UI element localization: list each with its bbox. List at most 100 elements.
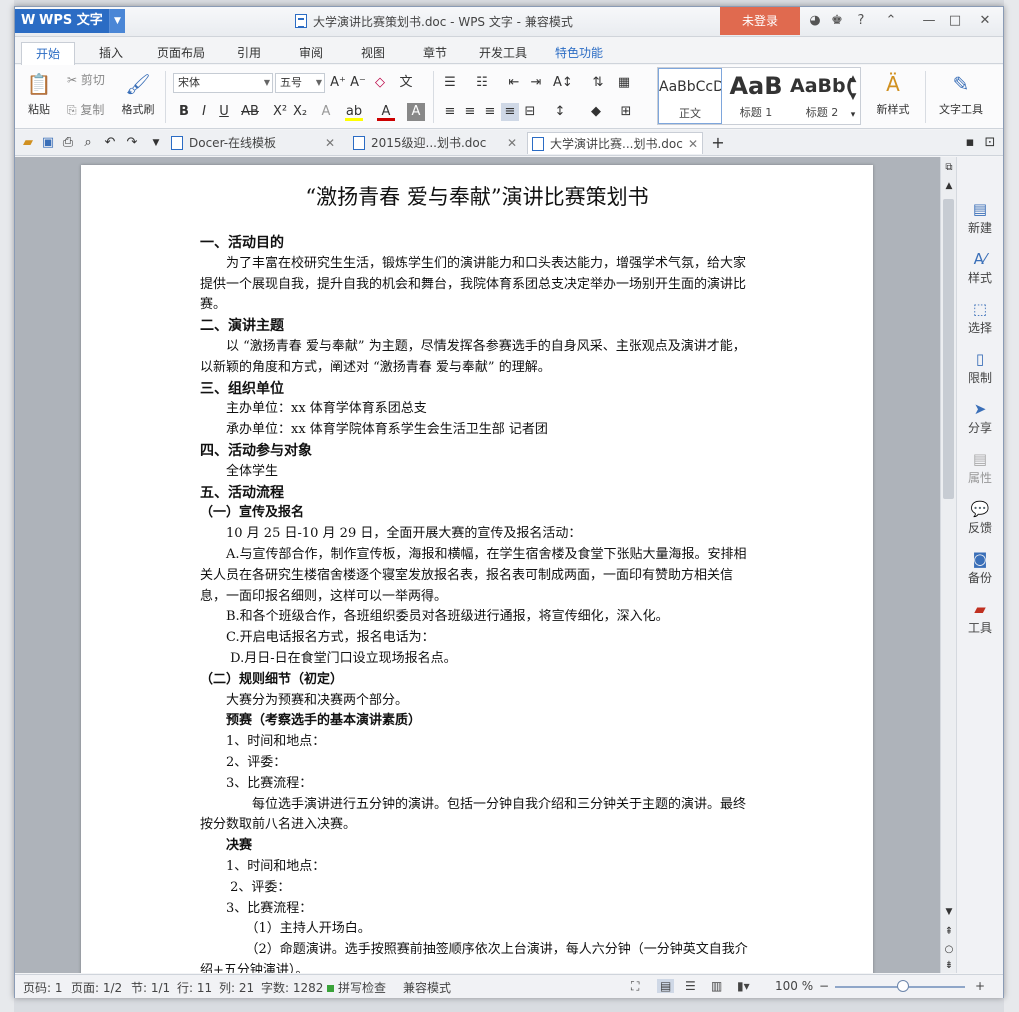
close-icon[interactable]: ✕ <box>975 13 995 28</box>
close-icon[interactable]: ✕ <box>507 132 517 154</box>
zoom-out-icon[interactable]: − <box>819 979 829 993</box>
tab-review[interactable]: 审阅 <box>287 42 335 64</box>
text-effect-icon[interactable]: A <box>317 103 335 121</box>
side-select-button[interactable]: ⬚ 选择 <box>957 299 1003 336</box>
status-words[interactable]: 字数: 1282 <box>261 979 323 996</box>
side-style-button[interactable]: A⁄ 样式 <box>957 249 1003 286</box>
line-spacing-icon[interactable]: ↕ <box>551 103 569 121</box>
side-backup-button[interactable]: ◙ 备份 <box>957 549 1003 586</box>
format-painter-button[interactable]: 🖌 格式刷 <box>115 67 161 117</box>
app-menu-button[interactable]: W WPS 文字 ▼ <box>15 9 125 33</box>
app-menu-dropdown-icon[interactable]: ▼ <box>109 9 125 33</box>
document-page[interactable]: “激扬青春 爱与奉献”演讲比赛策划书 一、活动目的 为了丰富在校研究生生活，锻炼… <box>81 165 873 973</box>
tab-view[interactable]: 视图 <box>349 42 397 64</box>
paste-button[interactable]: 📋 粘贴 <box>19 67 59 117</box>
doc-tab-2015[interactable]: 2015级迎...划书.doc ✕ <box>349 132 521 154</box>
print-icon[interactable]: ⎙ <box>59 134 77 152</box>
tab-menu-icon[interactable]: ⊡ <box>981 134 999 152</box>
status-section[interactable]: 节: 1/1 <box>131 979 170 996</box>
maximize-icon[interactable]: □ <box>945 13 965 28</box>
print-preview-icon[interactable]: ⌕ <box>79 134 97 152</box>
scroll-down-icon[interactable]: ▼ <box>846 88 860 106</box>
underline-icon[interactable]: U <box>215 103 233 121</box>
highlight-icon[interactable]: ab <box>345 103 363 121</box>
superscript-icon[interactable]: X² <box>271 103 289 121</box>
minimize-icon[interactable]: — <box>919 13 939 28</box>
clear-format-icon[interactable]: ◇ <box>371 74 389 92</box>
distribute-icon[interactable]: ⊟ <box>521 103 539 121</box>
side-tools-button[interactable]: ▰ 工具 <box>957 599 1003 636</box>
subscript-icon[interactable]: X₂ <box>291 103 309 121</box>
scrollbar-thumb[interactable] <box>943 199 954 499</box>
shirt-icon[interactable]: ♚ <box>827 13 847 28</box>
decrease-indent-icon[interactable]: ⇤ <box>505 74 523 92</box>
document-canvas[interactable]: “激扬青春 爱与奉献”演讲比赛策划书 一、活动目的 为了丰富在校研究生生活，锻炼… <box>15 157 940 973</box>
cut-button[interactable]: ✂ 剪切 <box>67 71 105 88</box>
justify-icon[interactable]: ≡ <box>501 103 519 121</box>
side-new-button[interactable]: ▤ 新建 <box>957 199 1003 236</box>
vertical-scrollbar[interactable]: ⧉ ▲ ▼ ⇞ ○ ⇟ <box>940 157 956 973</box>
strikethrough-icon[interactable]: AB <box>241 103 259 121</box>
new-tab-icon[interactable]: + <box>709 134 727 152</box>
skin-icon[interactable]: ◕ <box>805 13 825 28</box>
scroll-up-icon[interactable]: ▲ <box>846 70 860 88</box>
help-icon[interactable]: ? <box>851 13 871 28</box>
new-style-button[interactable]: Ä 新样式 <box>865 67 921 117</box>
border-icon[interactable]: ⊞ <box>617 103 635 121</box>
font-size-select[interactable]: 五号 ▼ <box>275 73 325 93</box>
text-tools-button[interactable]: ✎ 文字工具 <box>933 67 989 117</box>
font-color-icon[interactable]: A <box>377 103 395 121</box>
style-heading-1[interactable]: AaB 标题 1 <box>724 68 788 124</box>
zoom-level[interactable]: 100 % <box>775 979 813 993</box>
bullet-list-icon[interactable]: ☰ <box>441 74 459 92</box>
side-properties-button[interactable]: ▤ 属性 <box>957 449 1003 486</box>
expand-gallery-icon[interactable]: ▾ <box>846 106 860 124</box>
char-shading-icon[interactable]: A <box>407 103 425 121</box>
close-icon[interactable]: ✕ <box>325 132 335 154</box>
doc-tab-docer[interactable]: Docer-在线模板 ✕ <box>167 132 339 154</box>
tab-start[interactable]: 开始 <box>21 42 75 65</box>
doc-tab-current[interactable]: 大学演讲比赛...划书.doc ✕ <box>527 132 703 154</box>
sort-icon[interactable]: ⇅ <box>589 74 607 92</box>
zoom-slider-knob[interactable] <box>897 980 909 992</box>
status-row[interactable]: 行: 11 <box>177 979 212 996</box>
numbered-list-icon[interactable]: ☷ <box>473 74 491 92</box>
style-heading-2[interactable]: AaBb(标题 2 <box>790 68 854 124</box>
status-page[interactable]: 页码: 1 <box>23 979 63 996</box>
tab-list-icon[interactable]: ▪ <box>961 134 979 152</box>
style-normal[interactable]: AaBbCcD 正文 <box>658 68 722 124</box>
tab-special[interactable]: 特色功能 <box>547 42 611 64</box>
tab-insert[interactable]: 插入 <box>87 42 135 64</box>
spell-check[interactable]: 拼写检查 <box>327 979 386 996</box>
align-right-icon[interactable]: ≡ <box>481 103 499 121</box>
fullscreen-icon[interactable]: ⛶ <box>631 979 639 994</box>
side-restrict-button[interactable]: ▯ 限制 <box>957 349 1003 386</box>
italic-icon[interactable]: I <box>195 103 213 121</box>
zoom-in-icon[interactable]: + <box>975 979 985 993</box>
grow-font-icon[interactable]: A⁺ <box>329 74 347 92</box>
redo-icon[interactable]: ↷ <box>123 134 141 152</box>
save-icon[interactable]: ▣ <box>39 134 57 152</box>
align-center-icon[interactable]: ≡ <box>461 103 479 121</box>
shrink-font-icon[interactable]: A⁻ <box>349 74 367 92</box>
login-button[interactable]: 未登录 <box>720 7 800 35</box>
bold-icon[interactable]: B <box>175 103 193 121</box>
open-folder-icon[interactable]: ▰ <box>19 134 37 152</box>
page-view-icon[interactable]: ▤ <box>657 979 675 993</box>
outline-view-icon[interactable]: ☰ <box>685 979 696 993</box>
shading-icon[interactable]: ◆ <box>587 103 605 121</box>
text-direction-icon[interactable]: A↕ <box>553 74 573 92</box>
web-view-icon[interactable]: ▥ <box>711 979 722 993</box>
side-feedback-button[interactable]: 💬 反馈 <box>957 499 1003 536</box>
table-icon[interactable]: ▦ <box>615 74 633 92</box>
tab-chapter[interactable]: 章节 <box>411 42 459 64</box>
quick-access-dropdown-icon[interactable]: ▼ <box>147 134 165 152</box>
pinyin-icon[interactable]: 文 <box>397 74 415 92</box>
status-pages[interactable]: 页面: 1/2 <box>71 979 122 996</box>
copy-button[interactable]: ⎘ 复制 <box>67 101 104 118</box>
tab-page-layout[interactable]: 页面布局 <box>149 42 213 64</box>
reading-view-icon[interactable]: ▮▾ <box>737 979 750 993</box>
collapse-icon[interactable]: ⌃ <box>881 13 901 28</box>
tab-reference[interactable]: 引用 <box>225 42 273 64</box>
side-share-button[interactable]: ➤ 分享 <box>957 399 1003 436</box>
